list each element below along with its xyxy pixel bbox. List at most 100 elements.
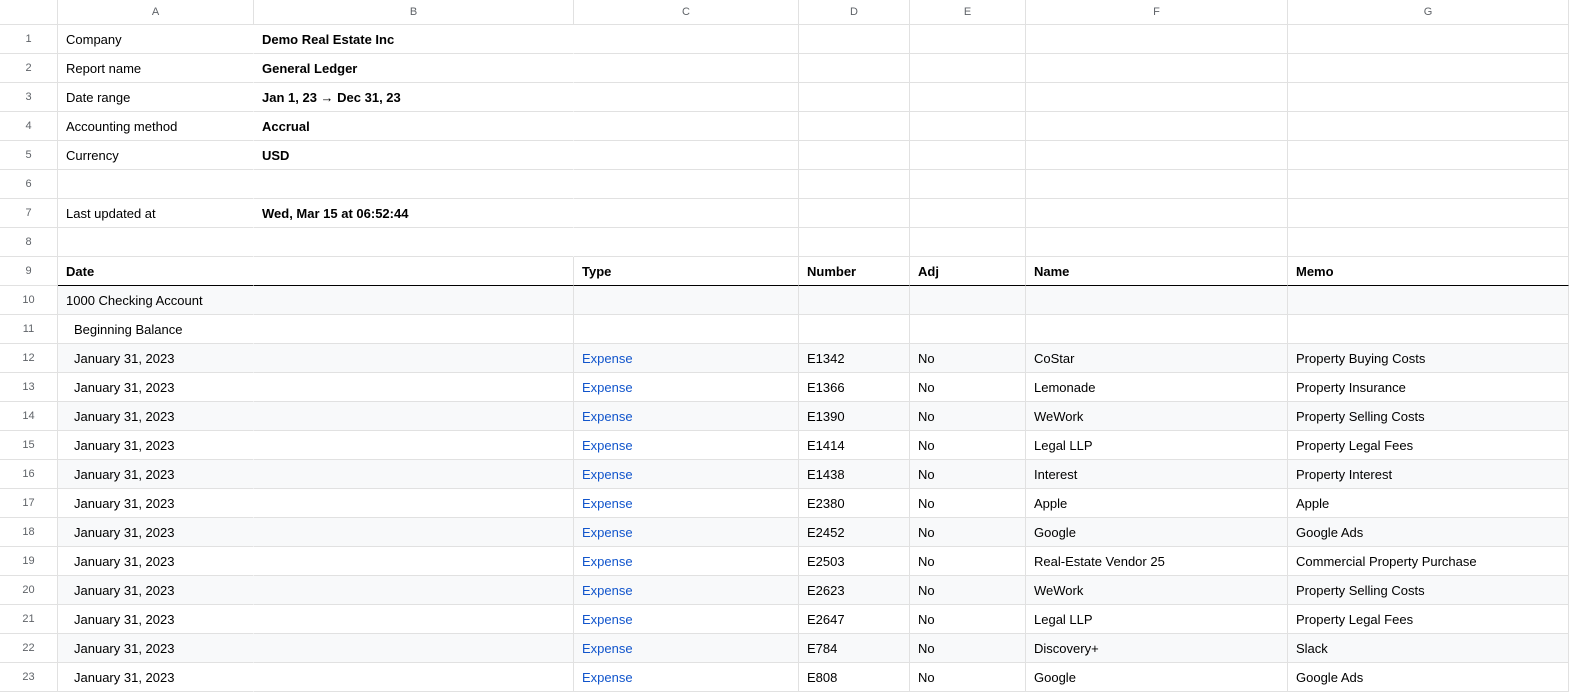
entry-number[interactable]: E784	[799, 634, 910, 663]
entry-name[interactable]: WeWork	[1026, 402, 1288, 431]
cell[interactable]	[574, 199, 799, 228]
meta-label[interactable]: Accounting method	[58, 112, 254, 141]
entry-type[interactable]: Expense	[574, 489, 799, 518]
cell[interactable]	[799, 286, 910, 315]
entry-name[interactable]: Google	[1026, 518, 1288, 547]
cell[interactable]	[1288, 315, 1569, 344]
row-header-15[interactable]: 15	[0, 431, 58, 460]
cell[interactable]	[799, 83, 910, 112]
entry-type[interactable]: Expense	[574, 663, 799, 692]
row-header-20[interactable]: 20	[0, 576, 58, 605]
meta-value[interactable]	[254, 228, 574, 257]
entry-name[interactable]: Discovery+	[1026, 634, 1288, 663]
entry-number[interactable]: E1366	[799, 373, 910, 402]
col-header-E[interactable]: E	[910, 0, 1026, 24]
row-header-2[interactable]: 2	[0, 54, 58, 83]
row-header-16[interactable]: 16	[0, 460, 58, 489]
entry-number[interactable]: E2647	[799, 605, 910, 634]
row-header-12[interactable]: 12	[0, 344, 58, 373]
meta-value[interactable]: Accrual	[254, 112, 574, 141]
cell[interactable]	[1288, 228, 1569, 257]
entry-name[interactable]: Google	[1026, 663, 1288, 692]
entry-memo[interactable]: Apple	[1288, 489, 1569, 518]
meta-value[interactable]: Jan 1, 23 → Dec 31, 23	[254, 83, 574, 112]
cell[interactable]	[1288, 170, 1569, 199]
entry-type[interactable]: Expense	[574, 402, 799, 431]
entry-adj[interactable]: No	[910, 518, 1026, 547]
entry-number[interactable]: E1390	[799, 402, 910, 431]
cell[interactable]	[1026, 286, 1288, 315]
header-adj[interactable]: Adj	[910, 257, 1026, 286]
entry-adj[interactable]: No	[910, 402, 1026, 431]
entry-type[interactable]: Expense	[574, 605, 799, 634]
cell[interactable]	[254, 373, 574, 402]
account-name[interactable]: 1000 Checking Account	[58, 286, 254, 315]
entry-memo[interactable]: Google Ads	[1288, 663, 1569, 692]
cell[interactable]	[1288, 112, 1569, 141]
cell[interactable]	[254, 402, 574, 431]
entry-type[interactable]: Expense	[574, 576, 799, 605]
col-header-B[interactable]: B	[254, 0, 574, 24]
row-header-23[interactable]: 23	[0, 663, 58, 692]
meta-label[interactable]: Last updated at	[58, 199, 254, 228]
col-header-C[interactable]: C	[574, 0, 799, 24]
entry-memo[interactable]: Google Ads	[1288, 518, 1569, 547]
entry-adj[interactable]: No	[910, 344, 1026, 373]
row-header-17[interactable]: 17	[0, 489, 58, 518]
entry-adj[interactable]: No	[910, 460, 1026, 489]
cell[interactable]	[1026, 141, 1288, 170]
entry-name[interactable]: Apple	[1026, 489, 1288, 518]
row-header-8[interactable]: 8	[0, 228, 58, 257]
entry-type[interactable]: Expense	[574, 547, 799, 576]
cell[interactable]	[254, 315, 574, 344]
row-header-13[interactable]: 13	[0, 373, 58, 402]
entry-adj[interactable]: No	[910, 547, 1026, 576]
cell[interactable]	[910, 315, 1026, 344]
entry-memo[interactable]: Property Legal Fees	[1288, 605, 1569, 634]
cell[interactable]	[1026, 199, 1288, 228]
cell[interactable]	[1288, 54, 1569, 83]
entry-number[interactable]: E1342	[799, 344, 910, 373]
meta-label[interactable]	[58, 170, 254, 199]
cell[interactable]	[799, 315, 910, 344]
entry-memo[interactable]: Property Selling Costs	[1288, 576, 1569, 605]
cell[interactable]	[254, 576, 574, 605]
cell[interactable]	[574, 54, 799, 83]
entry-memo[interactable]: Property Selling Costs	[1288, 402, 1569, 431]
cell[interactable]	[574, 83, 799, 112]
cell[interactable]	[799, 112, 910, 141]
entry-adj[interactable]: No	[910, 576, 1026, 605]
header-number[interactable]: Number	[799, 257, 910, 286]
entry-date[interactable]: January 31, 2023	[58, 460, 254, 489]
entry-name[interactable]: Interest	[1026, 460, 1288, 489]
cell[interactable]	[910, 141, 1026, 170]
entry-name[interactable]: WeWork	[1026, 576, 1288, 605]
meta-label[interactable]: Date range	[58, 83, 254, 112]
col-header-G[interactable]: G	[1288, 0, 1569, 24]
entry-number[interactable]: E1438	[799, 460, 910, 489]
row-header-11[interactable]: 11	[0, 315, 58, 344]
entry-name[interactable]: Real-Estate Vendor 25	[1026, 547, 1288, 576]
row-header-18[interactable]: 18	[0, 518, 58, 547]
entry-date[interactable]: January 31, 2023	[58, 431, 254, 460]
row-header-4[interactable]: 4	[0, 112, 58, 141]
entry-date[interactable]: January 31, 2023	[58, 518, 254, 547]
entry-date[interactable]: January 31, 2023	[58, 634, 254, 663]
row-header-22[interactable]: 22	[0, 634, 58, 663]
beginning-balance[interactable]: Beginning Balance	[58, 315, 254, 344]
entry-number[interactable]: E808	[799, 663, 910, 692]
entry-date[interactable]: January 31, 2023	[58, 547, 254, 576]
cell[interactable]	[254, 634, 574, 663]
cell[interactable]	[574, 170, 799, 199]
entry-type[interactable]: Expense	[574, 344, 799, 373]
entry-name[interactable]: Legal LLP	[1026, 431, 1288, 460]
entry-memo[interactable]: Slack	[1288, 634, 1569, 663]
cell[interactable]	[1026, 25, 1288, 54]
entry-date[interactable]: January 31, 2023	[58, 402, 254, 431]
cell[interactable]	[910, 170, 1026, 199]
cell[interactable]	[910, 286, 1026, 315]
entry-date[interactable]: January 31, 2023	[58, 605, 254, 634]
entry-date[interactable]: January 31, 2023	[58, 489, 254, 518]
entry-adj[interactable]: No	[910, 663, 1026, 692]
entry-memo[interactable]: Property Insurance	[1288, 373, 1569, 402]
